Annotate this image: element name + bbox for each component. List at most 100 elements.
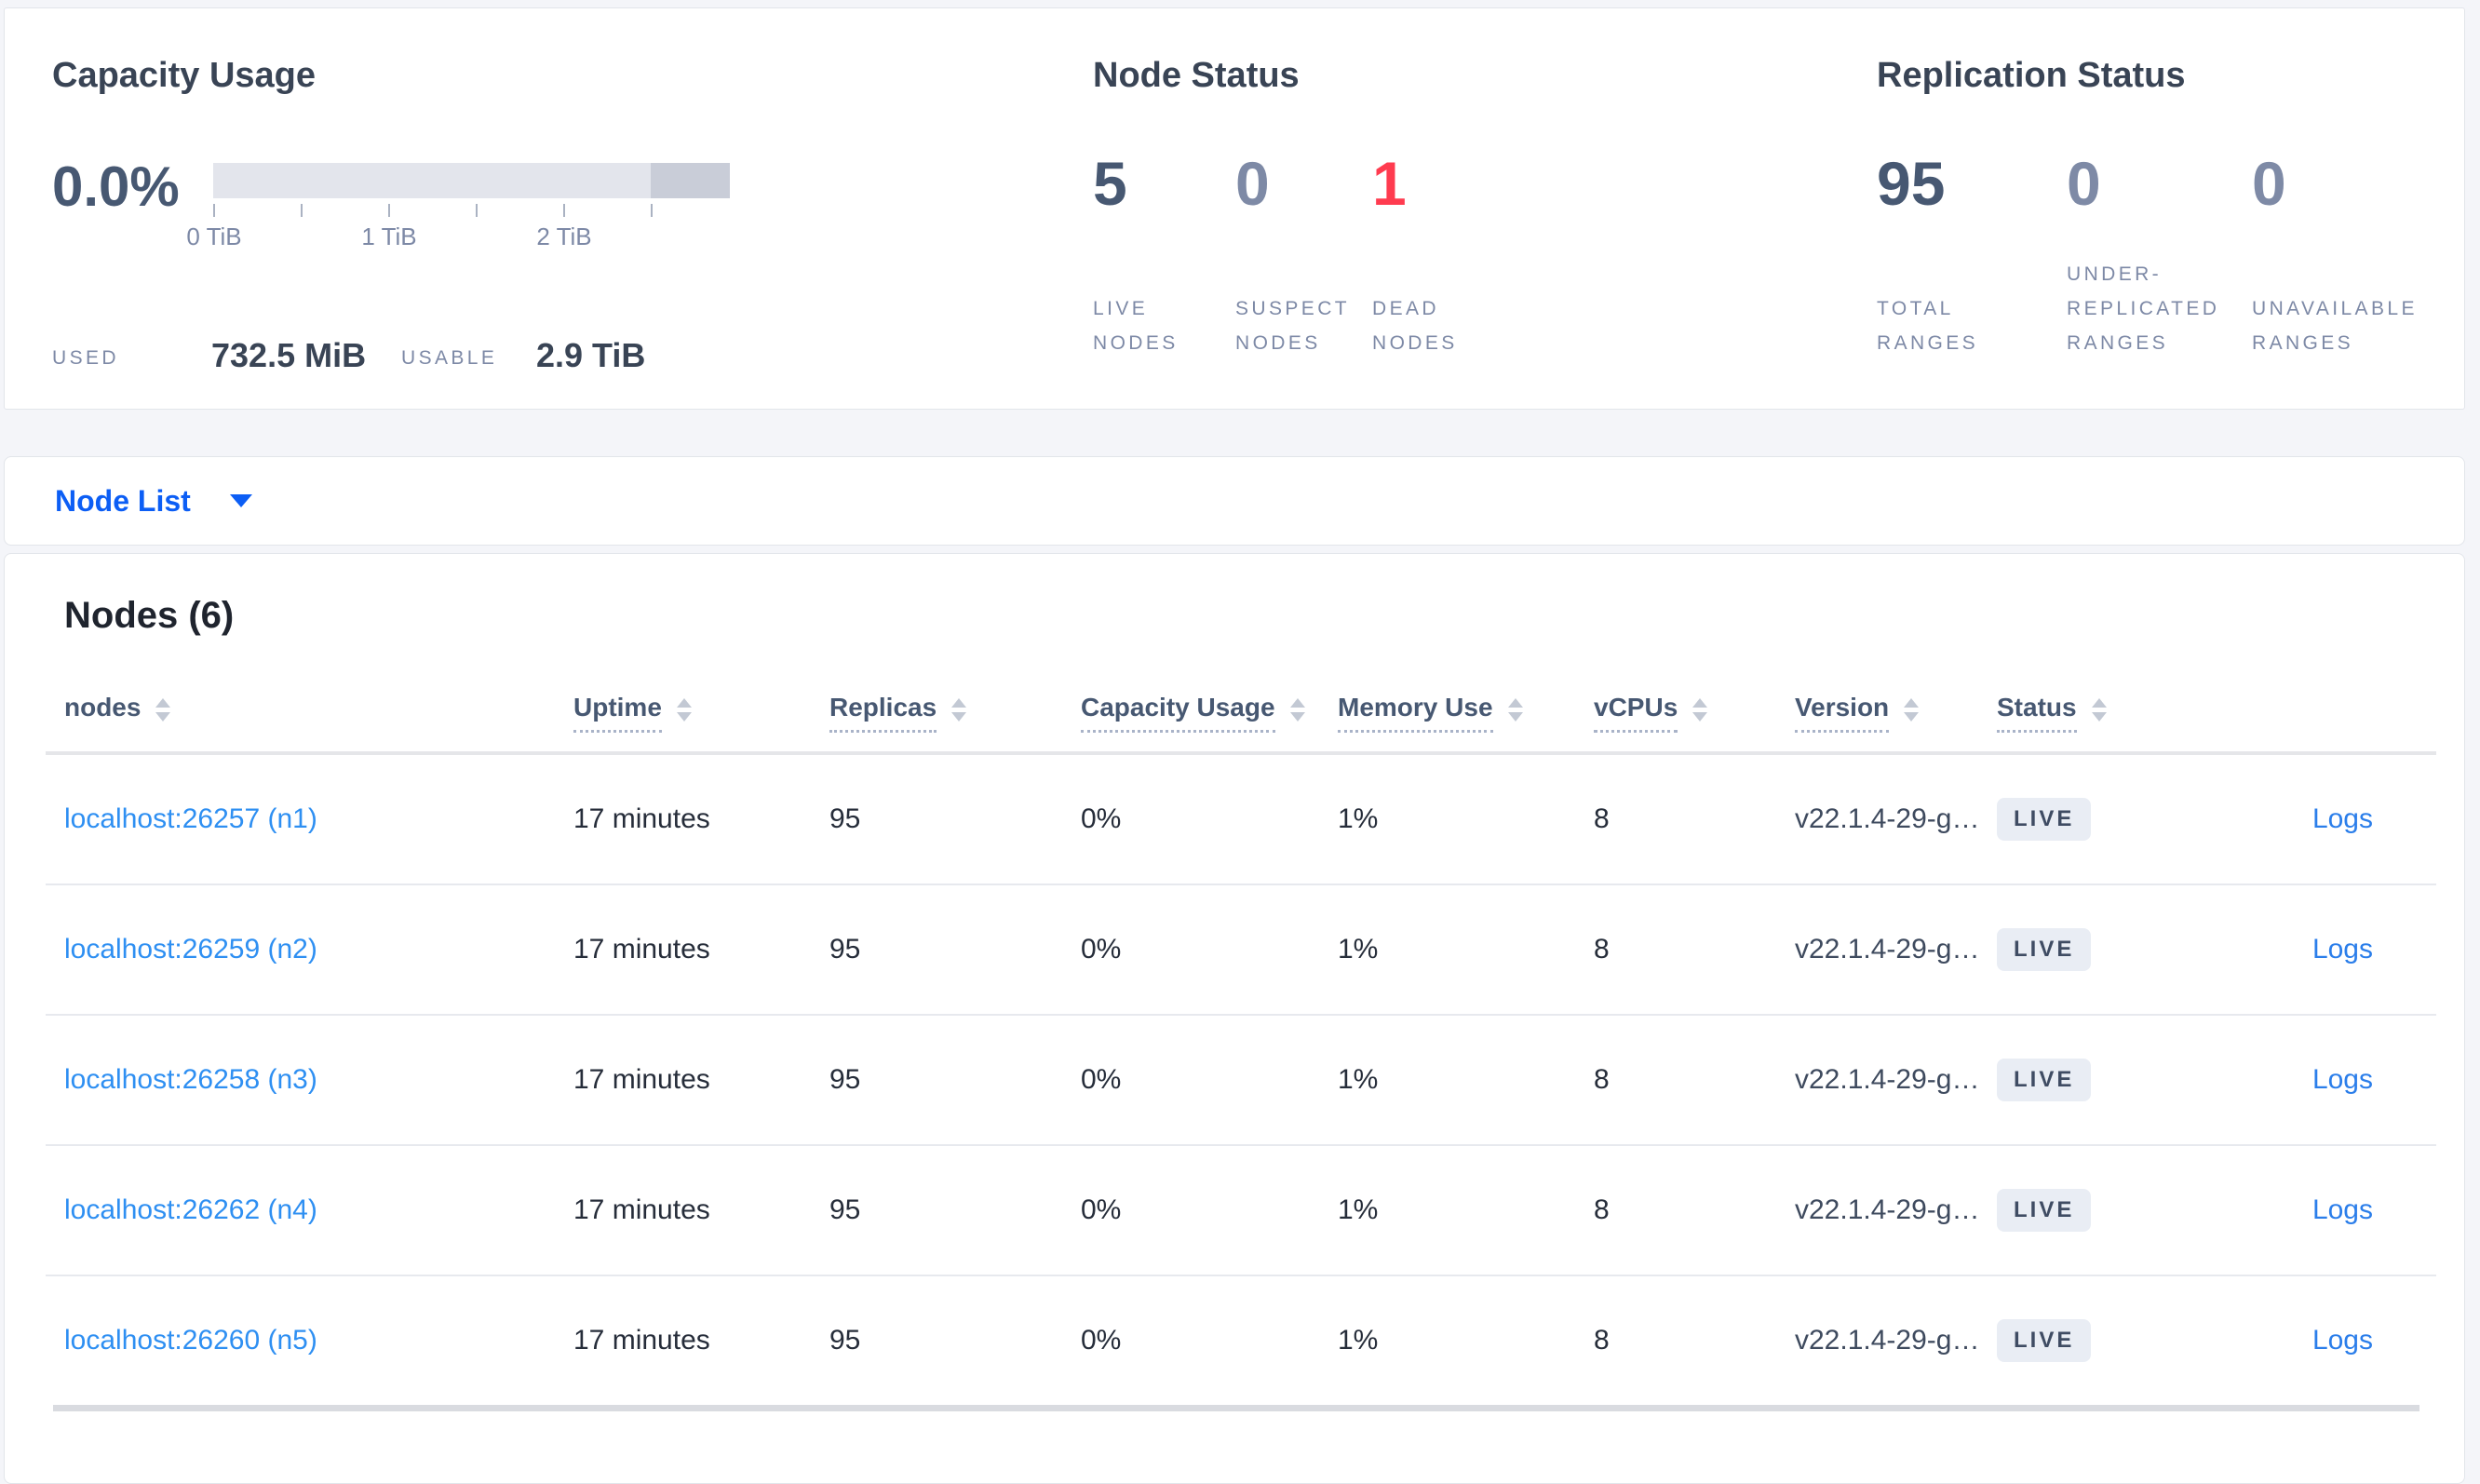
metric-value: 95: [1877, 149, 1946, 218]
vcpus-cell: 8: [1594, 1064, 1610, 1095]
node-status-metrics: 5 LIVE NODES 0 SUSPECT NODES 1 DEAD NODES: [1093, 150, 1458, 360]
capacity-bar-nonusable-segment: [651, 163, 730, 198]
sort-arrows-icon: [676, 697, 692, 722]
view-selector-bar: Node List: [4, 456, 2465, 546]
metric-label-line: REPLICATED: [2067, 298, 2220, 319]
sort-up-icon: [1692, 697, 1708, 708]
vcpus-cell: 8: [1594, 1194, 1610, 1225]
axis-tick: [388, 204, 390, 217]
logs-link[interactable]: Logs: [2312, 1064, 2373, 1095]
sort-arrows-icon: [1289, 697, 1305, 722]
vcpus-cell: 8: [1594, 1325, 1610, 1356]
column-header-status[interactable]: Status: [1997, 693, 2267, 733]
uptime-cell: 17 minutes: [573, 1064, 710, 1095]
summary-metric: 1 DEAD NODES: [1372, 150, 1458, 360]
vcpus-cell: 8: [1594, 803, 1610, 834]
sort-arrows-icon: [155, 697, 171, 722]
metric-label-line: UNDER-: [2067, 263, 2163, 285]
node-cell: localhost:26259 (n2): [64, 934, 573, 965]
column-header-version[interactable]: Version: [1795, 693, 1997, 733]
column-header-label: Uptime: [573, 693, 662, 733]
node-link[interactable]: localhost:26260 (n5): [64, 1325, 317, 1356]
status-cell: LIVE: [1997, 1059, 2267, 1101]
sort-down-icon: [2091, 711, 2107, 722]
nodes-table-header: nodes Uptime Replicas Capacity Usage Memory …: [5, 690, 2464, 735]
status-cell: LIVE: [1997, 1319, 2267, 1362]
column-header-uptime[interactable]: Uptime: [573, 693, 829, 733]
metric-label-line: NODES: [1093, 332, 1179, 354]
replicas-cell: 95: [829, 1325, 861, 1356]
column-header-vcpus[interactable]: vCPUs: [1594, 693, 1795, 733]
replicas-cell: 95: [829, 1064, 861, 1095]
column-header-capacity-usage[interactable]: Capacity Usage: [1081, 693, 1338, 733]
axis-tick: [476, 204, 478, 217]
column-header-replicas[interactable]: Replicas: [829, 693, 1081, 733]
metric-value: 0: [1235, 149, 1270, 218]
replication-status-title: Replication Status: [1877, 56, 2186, 95]
capacity-bar: [213, 163, 730, 198]
memory-use-cell: 1%: [1338, 934, 1379, 965]
status-cell: LIVE: [1997, 1189, 2267, 1232]
node-link[interactable]: localhost:26262 (n4): [64, 1194, 317, 1225]
node-link[interactable]: localhost:26257 (n1): [64, 803, 317, 834]
replicas-cell: 95: [829, 803, 861, 834]
logs-cell: Logs: [2267, 1194, 2373, 1226]
node-cell: localhost:26262 (n4): [64, 1194, 573, 1226]
metric-value: 0: [2252, 149, 2286, 218]
memory-use-cell: 1%: [1338, 1064, 1379, 1095]
column-header-label: nodes: [64, 692, 142, 722]
node-link[interactable]: localhost:26259 (n2): [64, 934, 317, 965]
view-dropdown[interactable]: Node List: [55, 484, 252, 519]
sort-down-icon: [1904, 711, 1920, 722]
sort-up-icon: [676, 697, 692, 708]
table-row: localhost:26260 (n5) 17 minutes 95 0% 1% 8 v22…: [5, 1276, 2464, 1405]
summary-metric: 95 TOTAL RANGES: [1877, 150, 2067, 360]
node-link[interactable]: localhost:26258 (n3): [64, 1064, 317, 1095]
column-header-nodes[interactable]: nodes: [64, 693, 573, 733]
metric-label-line: UNAVAILABLE: [2252, 298, 2418, 319]
logs-link[interactable]: Logs: [2312, 803, 2373, 834]
table-row: localhost:26259 (n2) 17 minutes 95 0% 1% 8 v22…: [5, 885, 2464, 1014]
axis-tick: [301, 204, 303, 217]
status-badge: LIVE: [1997, 1189, 2092, 1232]
summary-metric: 0 UNDER- REPLICATED RANGES: [2067, 150, 2252, 360]
sort-up-icon: [1904, 697, 1920, 708]
axis-tick-label: 1 TiB: [361, 223, 417, 250]
capacity-usage-cell: 0%: [1081, 1194, 1122, 1225]
logs-link[interactable]: Logs: [2312, 934, 2373, 965]
used-value: 732.5 MiB: [211, 336, 367, 374]
sort-up-icon: [2091, 697, 2107, 708]
column-header-label: Version: [1795, 693, 1890, 733]
vcpus-cell: 8: [1594, 934, 1610, 965]
nodes-section-title: Nodes (6): [64, 595, 235, 636]
metric-label: UNAVAILABLE RANGES: [2252, 224, 2418, 360]
status-badge: LIVE: [1997, 928, 2092, 971]
capacity-percent-value: 0.0%: [52, 155, 180, 218]
logs-cell: Logs: [2267, 1064, 2373, 1096]
capacity-usage-cell: 0%: [1081, 1064, 1122, 1095]
metric-label-line: NODES: [1235, 332, 1321, 354]
capacity-usage-section: Capacity Usage 0.0% 0 TiB 1 TiB 2 TiB US…: [52, 53, 760, 375]
replication-status-metrics: 95 TOTAL RANGES 0 UNDER- REPLICATED RANGES 0 UNA…: [1877, 150, 2418, 360]
sort-arrows-icon: [1507, 697, 1523, 722]
sort-down-icon: [676, 711, 692, 722]
column-header-memory-use[interactable]: Memory Use: [1338, 693, 1594, 733]
sort-down-icon: [1289, 711, 1305, 722]
version-cell: v22.1.4-29-g…: [1795, 1064, 1980, 1095]
uptime-cell: 17 minutes: [573, 1325, 710, 1356]
logs-cell: Logs: [2267, 934, 2373, 965]
sort-down-icon: [155, 711, 171, 722]
axis-tick: [563, 204, 565, 217]
metric-label: SUSPECT NODES: [1235, 224, 1372, 360]
logs-cell: Logs: [2267, 1325, 2373, 1356]
capacity-usage-chart: 0.0% 0 TiB 1 TiB 2 TiB: [52, 150, 760, 290]
chevron-down-icon: [229, 494, 252, 507]
uptime-cell: 17 minutes: [573, 1194, 710, 1225]
logs-link[interactable]: Logs: [2312, 1325, 2373, 1356]
metric-label: LIVE NODES: [1093, 224, 1235, 360]
uptime-cell: 17 minutes: [573, 934, 710, 965]
status-cell: LIVE: [1997, 798, 2267, 841]
logs-link[interactable]: Logs: [2312, 1194, 2373, 1225]
status-badge: LIVE: [1997, 1319, 2092, 1362]
capacity-legend: USED 732.5 MiB USABLE 2.9 TiB: [52, 331, 760, 375]
